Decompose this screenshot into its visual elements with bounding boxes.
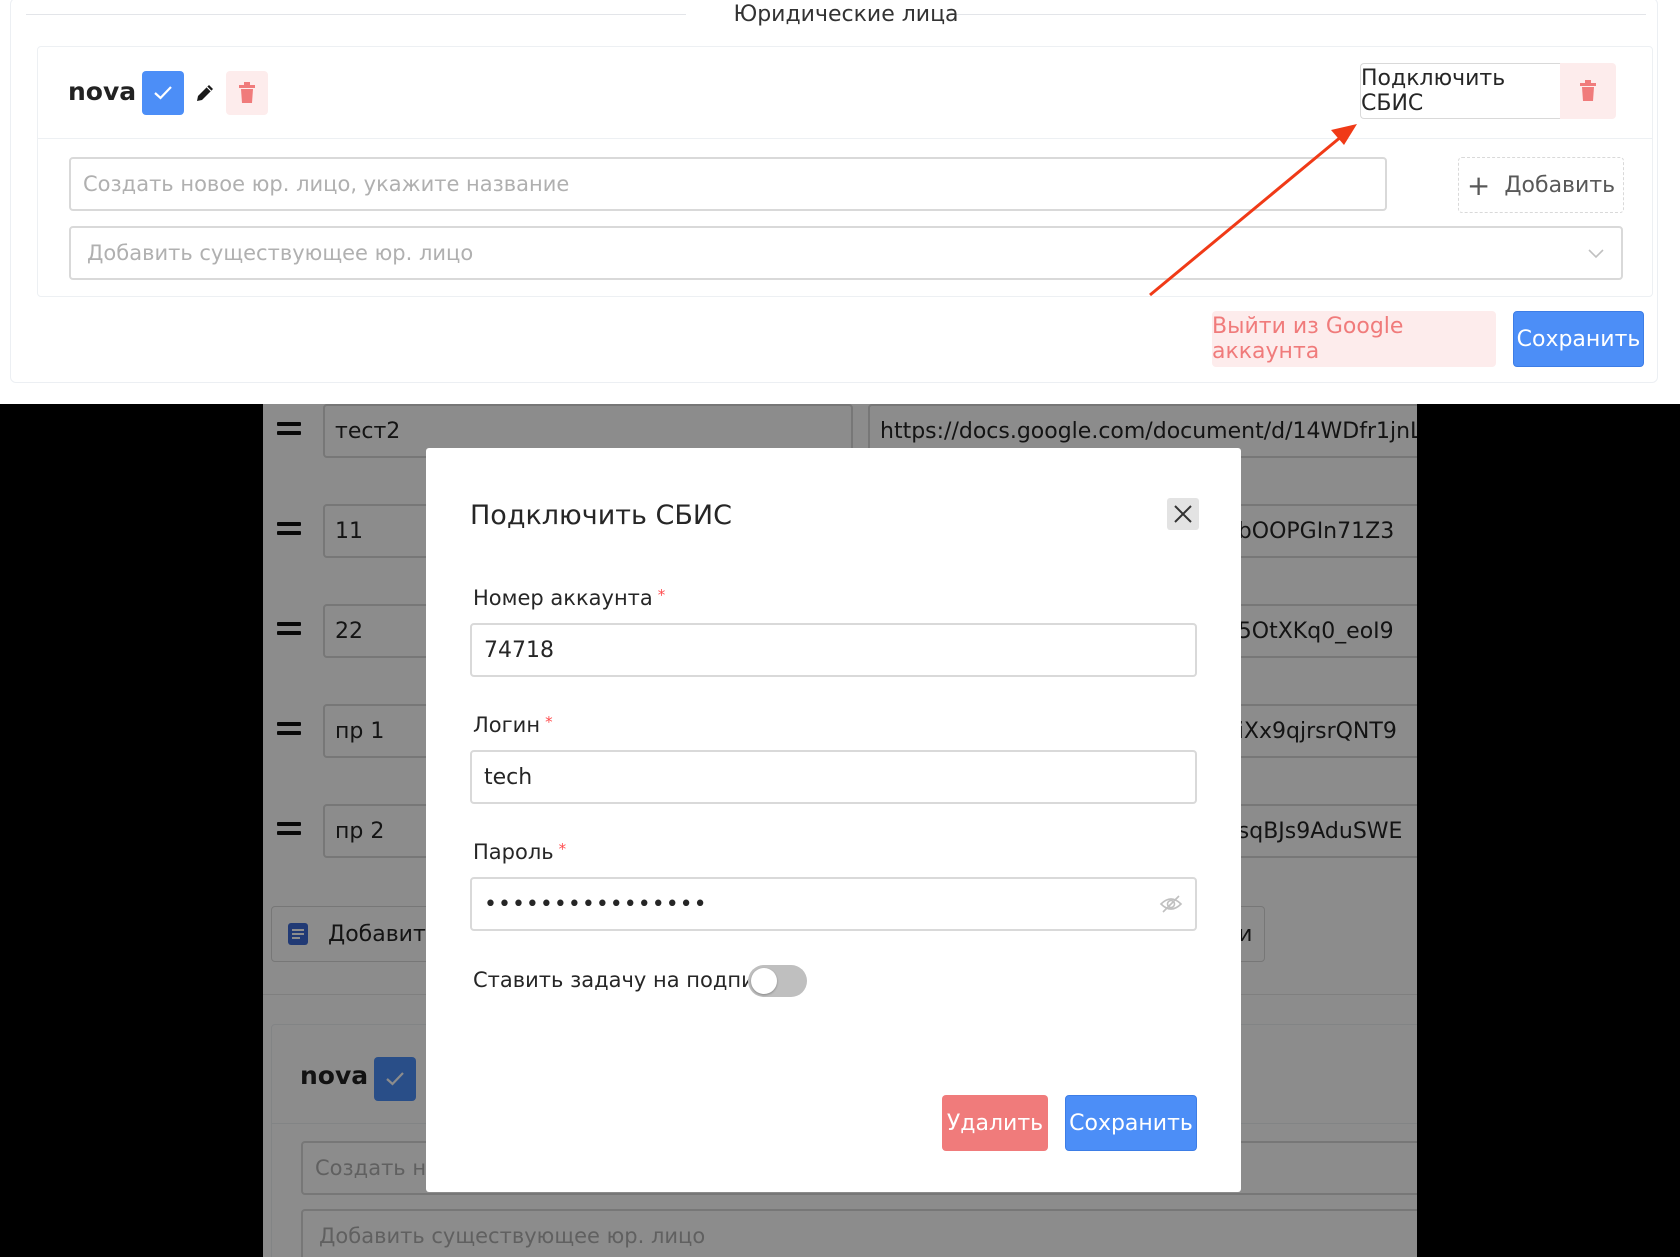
legal-entities-panel: Юридические лица nova Подключить СБИС Со… [0,0,1680,404]
sign-task-label: Ставить задачу на подпись [473,968,779,992]
close-icon [1174,505,1192,523]
required-mark: * [657,586,666,604]
password-value: •••••••••••••••• [484,891,708,917]
password-input[interactable]: •••••••••••••••• [470,877,1197,931]
account-label: Номер аккаунта * [473,586,665,610]
account-number-input[interactable]: 74718 [470,623,1197,677]
eye-invisible-icon[interactable] [1159,894,1183,914]
close-button[interactable] [1167,498,1199,530]
sign-task-toggle[interactable] [748,965,807,997]
connect-sbis-modal: Подключить СБИС Номер аккаунта * 74718 Ло… [426,448,1241,1192]
login-input[interactable]: tech [470,750,1197,804]
password-label-text: Пароль [473,840,554,864]
toggle-knob [751,968,777,994]
annotation-arrow [1149,124,1357,297]
delete-button[interactable]: Удалить [942,1095,1048,1151]
modal-save-button[interactable]: Сохранить [1065,1095,1197,1151]
account-label-text: Номер аккаунта [473,586,653,610]
login-label: Логин * [473,713,553,737]
modal-title: Подключить СБИС [470,500,732,531]
required-mark: * [558,840,567,858]
login-label-text: Логин [473,713,541,737]
required-mark: * [545,713,553,731]
modal-screenshot: тест2 https://docs.google.com/document/d… [0,404,1680,1257]
password-label: Пароль * [473,840,566,864]
